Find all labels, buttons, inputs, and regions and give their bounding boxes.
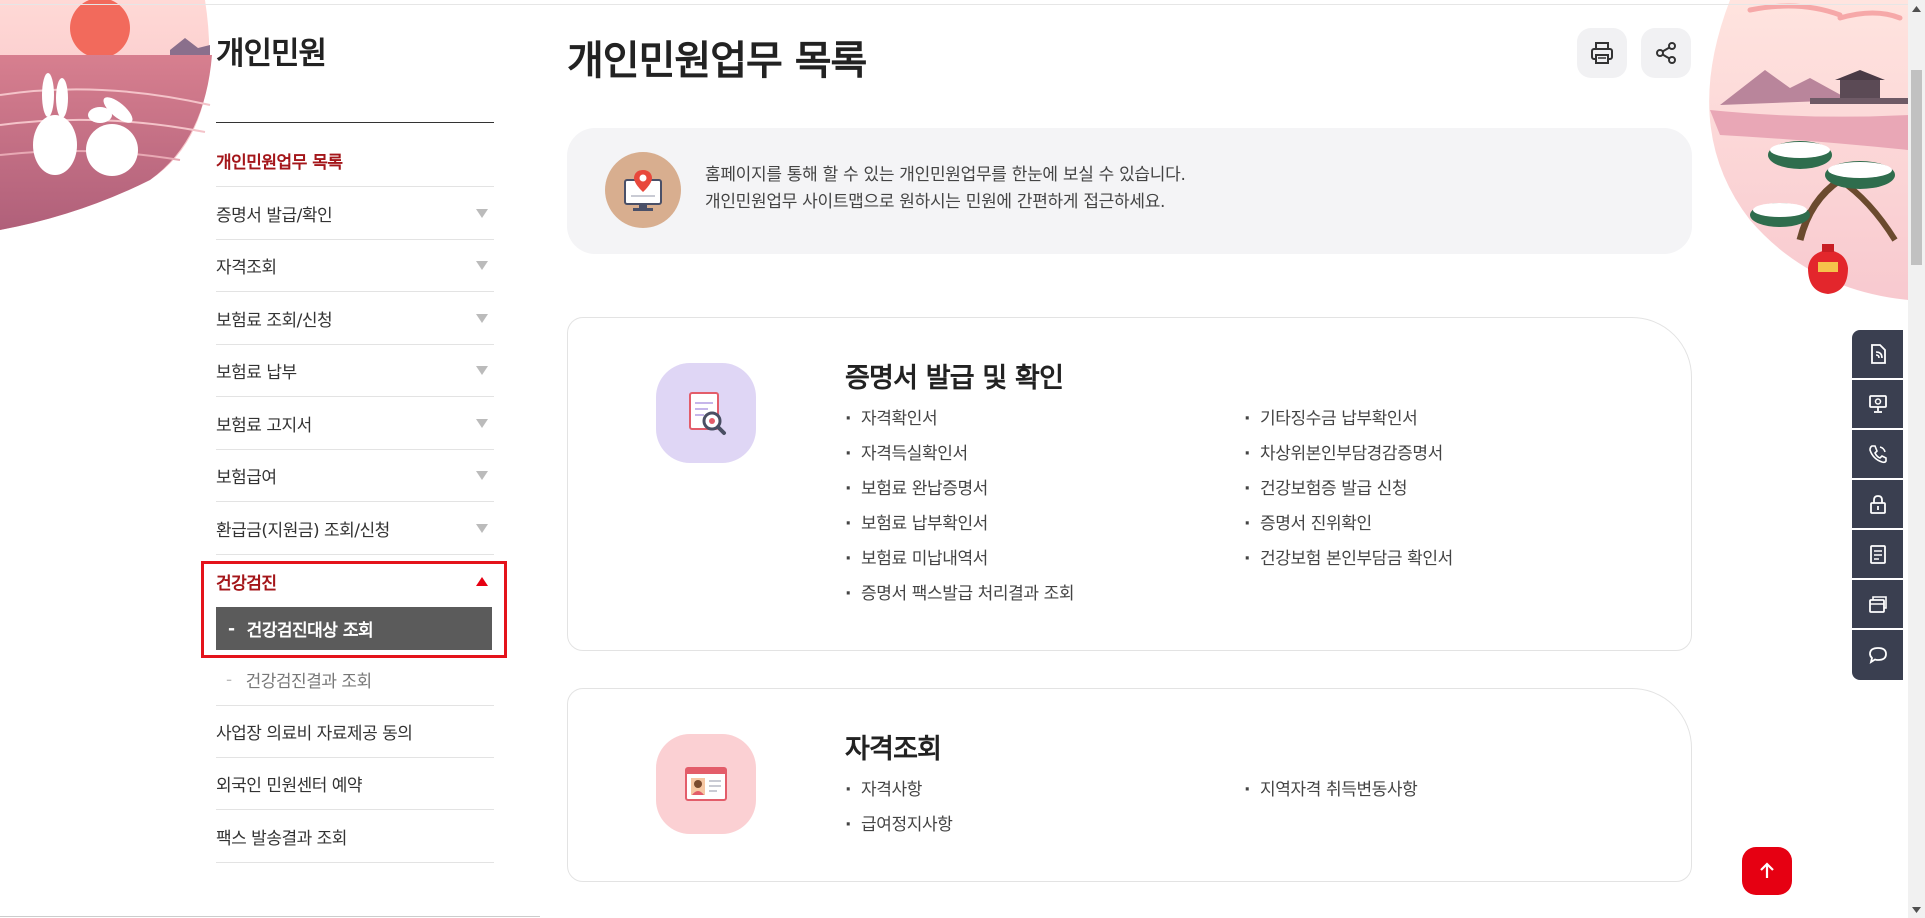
quick-lock-button[interactable]	[1852, 480, 1903, 530]
card-eligibility: 자격조회 자격사항 급여정지사항 지역자격 취득변동사항	[567, 688, 1692, 882]
sidebar-item-label: 증명서 발급/확인	[216, 206, 333, 226]
note-icon	[1869, 545, 1886, 564]
scroll-up-arrow-icon[interactable]	[1908, 0, 1925, 17]
sidebar-item-label: 사업장 의료비 자료제공 동의	[216, 724, 413, 744]
cards-icon	[1868, 596, 1887, 613]
sidebar-item-label: 자격조회	[216, 258, 277, 278]
card-link[interactable]: 자격득실확인서	[845, 437, 1074, 472]
lock-icon	[1869, 495, 1886, 514]
card-title: 증명서 발급 및 확인	[845, 363, 1064, 394]
quick-phone-button[interactable]	[1852, 430, 1903, 480]
sidebar-item-premium-payment[interactable]: 보험료 납부	[216, 345, 494, 397]
sidebar-item-eligibility[interactable]: 자격조회	[216, 240, 494, 292]
sidebar-bottom-divider	[0, 916, 540, 917]
card-certificate: 증명서 발급 및 확인 자격확인서 자격득실확인서 보험료 완납증명서 보험료 …	[567, 317, 1692, 651]
decorative-pavilion-illustration	[1690, 0, 1908, 310]
decorative-rabbit-illustration	[0, 0, 220, 230]
card-link-list-right: 기타징수금 납부확인서 차상위본인부담경감증명서 건강보험증 발급 신청 증명서…	[1244, 402, 1453, 577]
share-icon	[1656, 42, 1676, 64]
card-link-list-right: 지역자격 취득변동사항	[1244, 773, 1418, 808]
card-link[interactable]: 지역자격 취득변동사항	[1244, 773, 1418, 808]
sidebar-divider	[216, 122, 494, 123]
card-link[interactable]: 기타징수금 납부확인서	[1244, 402, 1453, 437]
sidebar-item-refund[interactable]: 환급금(지원금) 조회/신청	[216, 503, 494, 555]
sidebar-item-premium-inquiry[interactable]: 보험료 조회/신청	[216, 293, 494, 345]
sidebar-item-foreigner-center[interactable]: 외국인 민원센터 예약	[216, 758, 494, 810]
card-link[interactable]: 자격확인서	[845, 402, 1074, 437]
chevron-down-icon	[476, 419, 488, 428]
sidebar-item-medical-data-consent[interactable]: 사업장 의료비 자료제공 동의	[216, 706, 494, 758]
scroll-to-top-button[interactable]	[1742, 847, 1792, 895]
card-title: 자격조회	[845, 734, 942, 765]
chevron-down-icon	[476, 261, 488, 270]
monitor-icon	[1868, 395, 1887, 413]
card-link[interactable]: 보험료 납부확인서	[845, 507, 1074, 542]
chevron-down-icon	[476, 209, 488, 218]
card-link[interactable]: 보험료 완납증명서	[845, 472, 1074, 507]
intro-text: 홈페이지를 통해 할 수 있는 개인민원업무를 한눈에 보실 수 있습니다. 개…	[705, 162, 1186, 216]
highlight-annotation-box	[201, 561, 507, 658]
document-icon	[1870, 344, 1886, 364]
card-link[interactable]: 보험료 미납내역서	[845, 542, 1074, 577]
card-link[interactable]: 증명서 팩스발급 처리결과 조회	[845, 577, 1075, 612]
top-border	[0, 4, 1908, 5]
intro-line: 홈페이지를 통해 할 수 있는 개인민원업무를 한눈에 보실 수 있습니다.	[705, 165, 1186, 185]
quick-menu	[1852, 330, 1903, 680]
card-link[interactable]: 자격사항	[845, 773, 952, 808]
card-link[interactable]: 증명서 진위확인	[1244, 507, 1453, 542]
sidebar-item-label: 보험료 납부	[216, 363, 297, 383]
quick-monitor-button[interactable]	[1852, 380, 1903, 430]
chevron-down-icon	[476, 524, 488, 533]
location-monitor-icon	[605, 152, 681, 228]
card-link[interactable]: 급여정지사항	[845, 808, 953, 843]
sidebar-item-civil-list[interactable]: 개인민원업무 목록	[216, 135, 494, 187]
card-link[interactable]: 차상위본인부담경감증명서	[1244, 437, 1453, 472]
sidebar-item-label: 보험료 고지서	[216, 416, 312, 436]
page-title: 개인민원업무 목록	[567, 38, 867, 84]
sidebar-subitem-checkup-result[interactable]: - 건강검진결과 조회	[216, 654, 494, 706]
card-link[interactable]: 건강보험증 발급 신청	[1244, 472, 1453, 507]
chevron-down-icon	[476, 471, 488, 480]
sidebar-item-label: 환급금(지원금) 조회/신청	[216, 521, 390, 541]
dash-marker: -	[226, 669, 232, 690]
sidebar-item-label: 외국인 민원센터 예약	[216, 776, 363, 796]
quick-document-button[interactable]	[1852, 330, 1903, 380]
sidebar-item-label: 보험료 조회/신청	[216, 311, 333, 331]
share-button[interactable]	[1641, 28, 1691, 78]
sidebar-item-certificate[interactable]: 증명서 발급/확인	[216, 188, 494, 240]
quick-note-button[interactable]	[1852, 530, 1903, 580]
phone-icon	[1868, 445, 1887, 464]
printer-icon	[1591, 42, 1613, 64]
quick-cards-button[interactable]	[1852, 580, 1903, 630]
arrow-up-icon	[1760, 862, 1774, 878]
sidebar-item-label: 개인민원업무 목록	[216, 153, 343, 173]
vertical-scrollbar[interactable]	[1908, 0, 1925, 918]
sidebar-item-fax-result[interactable]: 팩스 발송결과 조회	[216, 811, 494, 863]
card-link-list-left: 자격확인서 자격득실확인서 보험료 완납증명서 보험료 납부확인서 보험료 미납…	[845, 402, 1075, 612]
card-link[interactable]: 건강보험 본인부담금 확인서	[1244, 542, 1453, 577]
chat-icon	[1868, 647, 1887, 664]
quick-chat-button[interactable]	[1852, 630, 1903, 680]
scrollbar-thumb[interactable]	[1911, 70, 1922, 265]
intro-line: 개인민원업무 사이트맵으로 원하시는 민원에 간편하게 접근하세요.	[705, 192, 1166, 212]
chevron-down-icon	[476, 314, 488, 323]
sidebar-item-label: 팩스 발송결과 조회	[216, 829, 347, 849]
certificate-search-icon	[656, 363, 756, 463]
sidebar-item-insurance-benefit[interactable]: 보험급여	[216, 450, 494, 502]
sidebar-item-premium-notice[interactable]: 보험료 고지서	[216, 398, 494, 450]
sidebar-title: 개인민원	[216, 36, 327, 72]
chevron-down-icon	[476, 366, 488, 375]
card-link-list-left: 자격사항 급여정지사항	[845, 773, 953, 843]
sidebar-item-label: 보험급여	[216, 468, 277, 488]
intro-box: 홈페이지를 통해 할 수 있는 개인민원업무를 한눈에 보실 수 있습니다. 개…	[567, 128, 1692, 254]
print-button[interactable]	[1577, 28, 1627, 78]
id-card-icon	[656, 734, 756, 834]
scroll-down-arrow-icon[interactable]	[1908, 901, 1925, 918]
sidebar-subitem-label: 건강검진결과 조회	[245, 672, 373, 692]
